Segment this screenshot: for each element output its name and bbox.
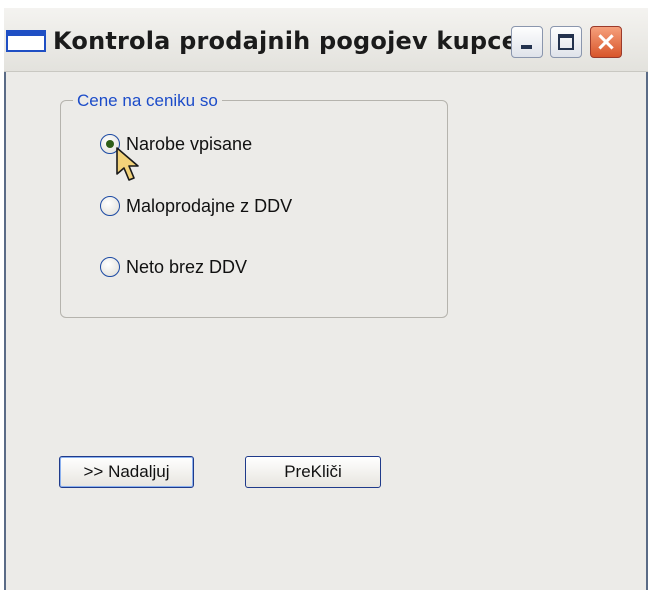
window-app-icon [6,30,46,52]
close-button[interactable]: × [590,26,622,58]
radio-option-maloprodajne[interactable]: Maloprodajne z DDV [100,193,292,219]
radio-label: Narobe vpisane [126,133,253,154]
minimize-button[interactable] [511,26,543,58]
cancel-button[interactable]: PreKliči [245,456,381,488]
radio-label: Neto brez DDV [126,256,248,277]
group-legend: Cene na ceniku so [73,91,222,111]
maximize-button[interactable] [550,26,582,58]
continue-button[interactable]: >> Nadaljuj [59,456,194,488]
radio-button[interactable] [100,196,120,216]
radio-button[interactable] [100,257,120,277]
minimize-icon [521,45,532,49]
window-title: Kontrola prodajnih pogojev kupcev [53,27,534,55]
close-icon: × [595,27,617,57]
radio-label: Maloprodajne z DDV [126,195,293,216]
mouse-cursor-icon [116,147,139,181]
radio-option-neto[interactable]: Neto brez DDV [100,254,247,280]
maximize-icon [558,34,574,50]
